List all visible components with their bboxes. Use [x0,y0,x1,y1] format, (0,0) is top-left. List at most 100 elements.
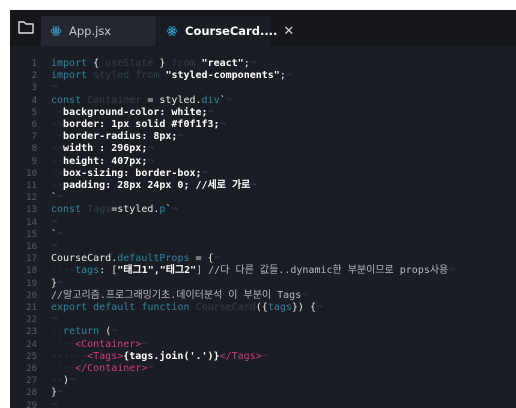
code-token: = styled. [141,94,202,106]
code-token: ·· [51,155,64,167]
code-token: const [51,94,82,106]
code-line[interactable]: 27 ··)¬ [10,375,516,387]
line-code: export default function CourseCard({tags… [51,302,322,314]
line-code: ¬ [51,314,57,326]
line-number: 28 [26,388,37,399]
close-icon[interactable]: ✕ [283,24,294,39]
line-code: `¬ [51,192,63,204]
code-line[interactable]: 5 ··background-color: white;¬ [10,107,516,119]
code-line[interactable]: 23 ··return (¬ [10,326,516,338]
code-token: defaultProps [117,253,190,265]
line-code: ¬ [51,400,57,408]
code-line[interactable]: 15 `¬ [10,229,516,241]
code-token: ¬ [141,338,148,350]
code-line[interactable]: 6 ··border: 1px solid #f0f1f3;¬ [10,119,516,131]
line-code: const Container = styled.div`¬ [51,95,232,107]
code-line[interactable]: 21 export default function CourseCard({ta… [10,302,516,314]
code-line[interactable]: 13 const Tags=styled.p`¬ [10,204,516,216]
code-line[interactable]: 4 const Container = styled.div`¬ [10,95,516,107]
line-number: 6 [31,120,37,130]
code-token: ¬ [147,143,154,155]
code-token: ¬ [51,314,58,326]
code-line[interactable]: 3 ¬ [10,82,516,94]
code-token: ¬ [57,228,64,240]
line-code: ··border: 1px solid #f0f1f3;¬ [51,119,226,131]
code-line[interactable]: 26 ····</Container>¬ [10,363,516,375]
code-token: "태그1","태그2" [117,265,197,277]
tab-app-jsx[interactable]: App.jsx [41,16,156,46]
line-code: ¬ [51,217,57,229]
line-code: import styled from "styled-components";¬ [51,70,292,82]
code-token: ······ [51,350,88,362]
line-number: 18 [26,266,37,277]
tab-bar: App.jsx CourseCard.... ✕ [10,10,516,46]
code-line[interactable]: 7 ··border-radius: 8px;¬ [10,131,516,143]
code-token: Container [87,94,142,106]
line-number: 9 [31,156,37,167]
code-line[interactable]: 24 ····<Container>¬ [10,339,516,351]
code-token: ·· [51,143,64,155]
code-token: import [51,70,88,82]
code-line[interactable]: 20 //알고리즘.프로그래밍기초.데이터분석 이 부분이 Tags¬ [10,290,516,302]
code-line[interactable]: 22 ¬ [10,314,516,326]
line-number: 10 [26,168,37,179]
line-number: 25 [26,351,37,362]
code-token: useState [105,58,154,69]
code-token: from [135,70,160,82]
editor-body[interactable]: 1 import { useState } from "react";¬ 2 impo… [10,46,516,408]
code-line[interactable]: 9 ··height: 407px;¬ [10,156,516,168]
code-token: padding: 28px 24px 0; //세로 가로 [63,180,251,191]
code-line[interactable]: 1 import { useState } from "react";¬ [10,58,516,70]
folder-icon[interactable] [17,18,35,36]
code-token: ¬ [51,82,58,94]
line-code: import { useState } from "react";¬ [51,58,256,70]
line-code: }¬ [51,278,63,290]
code-token: }) { [291,302,316,313]
code-line[interactable]: 11 ··padding: 28px 24px 0; //세로 가로¬ [10,180,516,192]
line-code: ¬ [51,241,57,253]
code-token: ¬ [51,399,58,408]
code-line[interactable]: 16 ¬ [10,241,516,253]
code-token: ···· [51,338,76,350]
code-token: "react" [201,58,244,69]
code-line[interactable]: 17 CourseCard.defaultProps = {¬ [10,253,516,265]
line-number: 13 [26,205,37,216]
code-token: styled [93,70,130,82]
line-number: 5 [31,107,37,118]
code-token: ¬ [219,119,226,130]
code-token: ·· [51,180,64,191]
code-token: height: 407px; [63,155,148,167]
code-token: ·· [51,167,64,179]
code-token: } [153,58,172,69]
line-number: 14 [26,217,37,228]
code-token: =styled. [111,204,160,216]
code-token: ·· [51,106,64,118]
code-token: border: 1px solid #f0f1f3; [63,119,220,130]
code-token: <Tags> [87,350,124,362]
line-number: 15 [26,229,37,240]
code-line[interactable]: 29 ¬ [10,400,516,408]
tab-coursecard[interactable]: CourseCard.... ✕ [157,16,294,46]
code-token: </Container> [75,363,148,374]
code-line[interactable]: 19}¬ [10,278,516,290]
code-line[interactable]: 12 `¬ [10,192,516,204]
code-line[interactable]: 2 import styled from "styled-components";… [10,70,516,82]
line-number: 23 [26,327,37,338]
code-token: ¬ [111,326,118,338]
code-line[interactable]: 8 ··width : 296px;¬ [10,143,516,155]
code-token: const [51,204,82,216]
code-token: border-radius: 8px; [63,131,178,143]
line-code: ··border-radius: 8px;¬ [51,131,183,143]
line-code: ····</Container>¬ [51,363,153,375]
code-line[interactable]: 14 ¬ [10,217,516,229]
code-token: {tags.join('.')} [123,350,220,362]
code-token: "styled-components" [165,70,280,82]
code-line[interactable]: 25 ······<Tags>{tags.join('.')}</Tags>¬ [10,351,516,363]
line-code: ··)¬ [51,375,75,387]
code-line[interactable]: 18 ····tags: ["태그1","태그2"] //다 다른 값들..dyn… [10,265,516,277]
code-line[interactable]: 28}¬ [10,387,516,399]
code-token: ¬ [57,387,64,399]
tab-label: App.jsx [69,24,112,38]
code-token: default [93,302,136,313]
code-line[interactable]: 10 ··box-sizing: border-box;¬ [10,168,516,180]
